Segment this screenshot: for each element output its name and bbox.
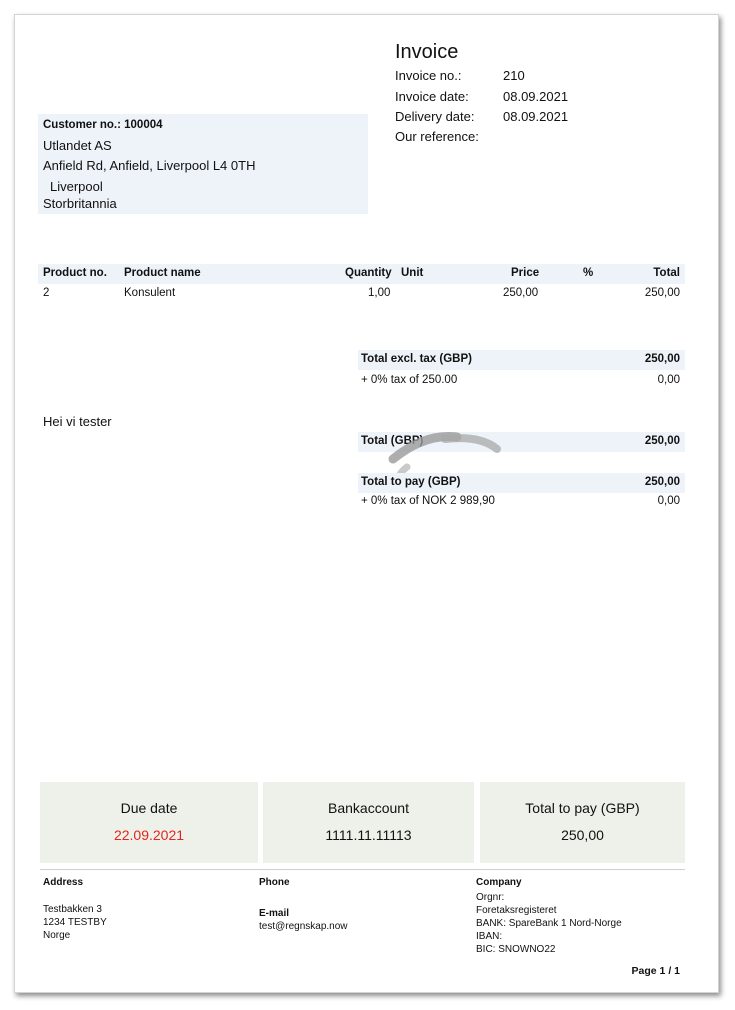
footer-divider <box>40 869 685 870</box>
invoice-no-label: Invoice no.: <box>395 68 462 83</box>
watermark-arc <box>388 431 501 479</box>
header-unit: Unit <box>401 267 424 279</box>
customer-address: Anfield Rd, Anfield, Liverpool L4 0TH <box>43 158 256 173</box>
footer-company-line: Orgnr: <box>476 892 505 903</box>
row-total: 250,00 <box>644 287 680 299</box>
our-reference-label: Our reference: <box>395 129 479 144</box>
total-value: 250,00 <box>644 435 680 447</box>
customer-number: Customer no.: 100004 <box>43 119 163 131</box>
header-quantity: Quantity <box>345 267 392 279</box>
to-pay-value: 250,00 <box>644 476 680 488</box>
header-total: Total <box>653 267 680 279</box>
footer-company-line: BANK: SpareBank 1 Nord-Norge <box>476 918 622 929</box>
footer-company-line: IBAN: <box>476 931 503 942</box>
product-table-header: Product no. Product name Quantity Unit P… <box>38 264 685 284</box>
header-price: Price <box>511 267 540 279</box>
delivery-date-value: 08.09.2021 <box>503 109 569 124</box>
nok-tax-row: + 0% tax of NOK 2 989,90 0,00 <box>358 493 685 511</box>
total-excl-tax-band: Total excl. tax (GBP) 250,00 <box>358 350 685 370</box>
nok-tax-label: + 0% tax of NOK 2 989,90 <box>361 495 495 507</box>
total-to-pay-box-value: 250,00 <box>561 827 604 843</box>
invoice-page: Invoice Invoice no.: 210 Invoice date: 0… <box>14 14 719 993</box>
nok-tax-value: 0,00 <box>657 495 680 507</box>
footer-address-heading: Address <box>43 877 84 888</box>
invoice-date-value: 08.09.2021 <box>503 89 569 104</box>
footer-company-heading: Company <box>476 877 522 888</box>
footer-address-line: Testbakken 3 <box>43 904 102 915</box>
delivery-date-label: Delivery date: <box>395 109 475 124</box>
customer-city: Liverpool <box>50 179 103 194</box>
footer-address-line: Norge <box>43 930 71 941</box>
footer-address: Testbakken 3 1234 TESTBY Norge <box>43 903 107 942</box>
to-pay-label: Total to pay (GBP) <box>361 476 461 488</box>
due-date-box: Due date 22.09.2021 <box>40 782 258 863</box>
tax-value: 0,00 <box>657 374 680 386</box>
table-row: 2 Konsulent 1,00 250,00 250,00 <box>38 287 685 305</box>
bankaccount-value: 1111.11.11113 <box>325 827 412 843</box>
due-date-label: Due date <box>120 800 178 816</box>
total-to-pay-box: Total to pay (GBP) 250,00 <box>480 782 685 863</box>
customer-country: Storbritannia <box>43 196 117 211</box>
footer-company: Orgnr: Foretaksregisteret BANK: SpareBan… <box>476 891 622 956</box>
to-pay-band: Total to pay (GBP) 250,00 <box>358 473 685 493</box>
invoice-no-value: 210 <box>503 68 525 83</box>
footer-phone-heading: Phone <box>259 877 290 888</box>
footer-company-line: Foretaksregisteret <box>476 905 557 916</box>
tax-row: + 0% tax of 250.00 0,00 <box>358 372 685 390</box>
invoice-note: Hei vi tester <box>43 414 112 429</box>
bankaccount-label: Bankaccount <box>328 800 409 816</box>
header-product-name: Product name <box>124 267 201 279</box>
row-price: 250,00 <box>503 287 539 299</box>
row-product-no: 2 <box>43 287 50 299</box>
total-excl-tax-value: 250,00 <box>644 353 680 365</box>
page-number: Page 1 / 1 <box>631 965 680 977</box>
footer-address-line: 1234 TESTBY <box>43 917 107 928</box>
row-product-name: Konsulent <box>124 287 176 299</box>
footer-company-line: BIC: SNOWNO22 <box>476 944 556 955</box>
total-to-pay-box-label: Total to pay (GBP) <box>525 800 640 816</box>
bankaccount-box: Bankaccount 1111.11.11113 <box>263 782 474 863</box>
tax-label: + 0% tax of 250.00 <box>361 374 458 386</box>
customer-box: Customer no.: 100004 Utlandet AS Anfield… <box>38 114 368 214</box>
header-product-no: Product no. <box>43 267 107 279</box>
invoice-date-label: Invoice date: <box>395 89 469 104</box>
footer-email-heading: E-mail <box>259 908 290 919</box>
customer-name: Utlandet AS <box>43 138 112 153</box>
due-date-value: 22.09.2021 <box>113 827 185 843</box>
row-quantity: 1,00 <box>368 287 391 299</box>
total-excl-tax-label: Total excl. tax (GBP) <box>361 353 472 365</box>
invoice-title: Invoice <box>395 41 459 63</box>
header-percent: % <box>583 267 594 279</box>
footer-email[interactable]: test@regnskap.now <box>259 920 348 933</box>
